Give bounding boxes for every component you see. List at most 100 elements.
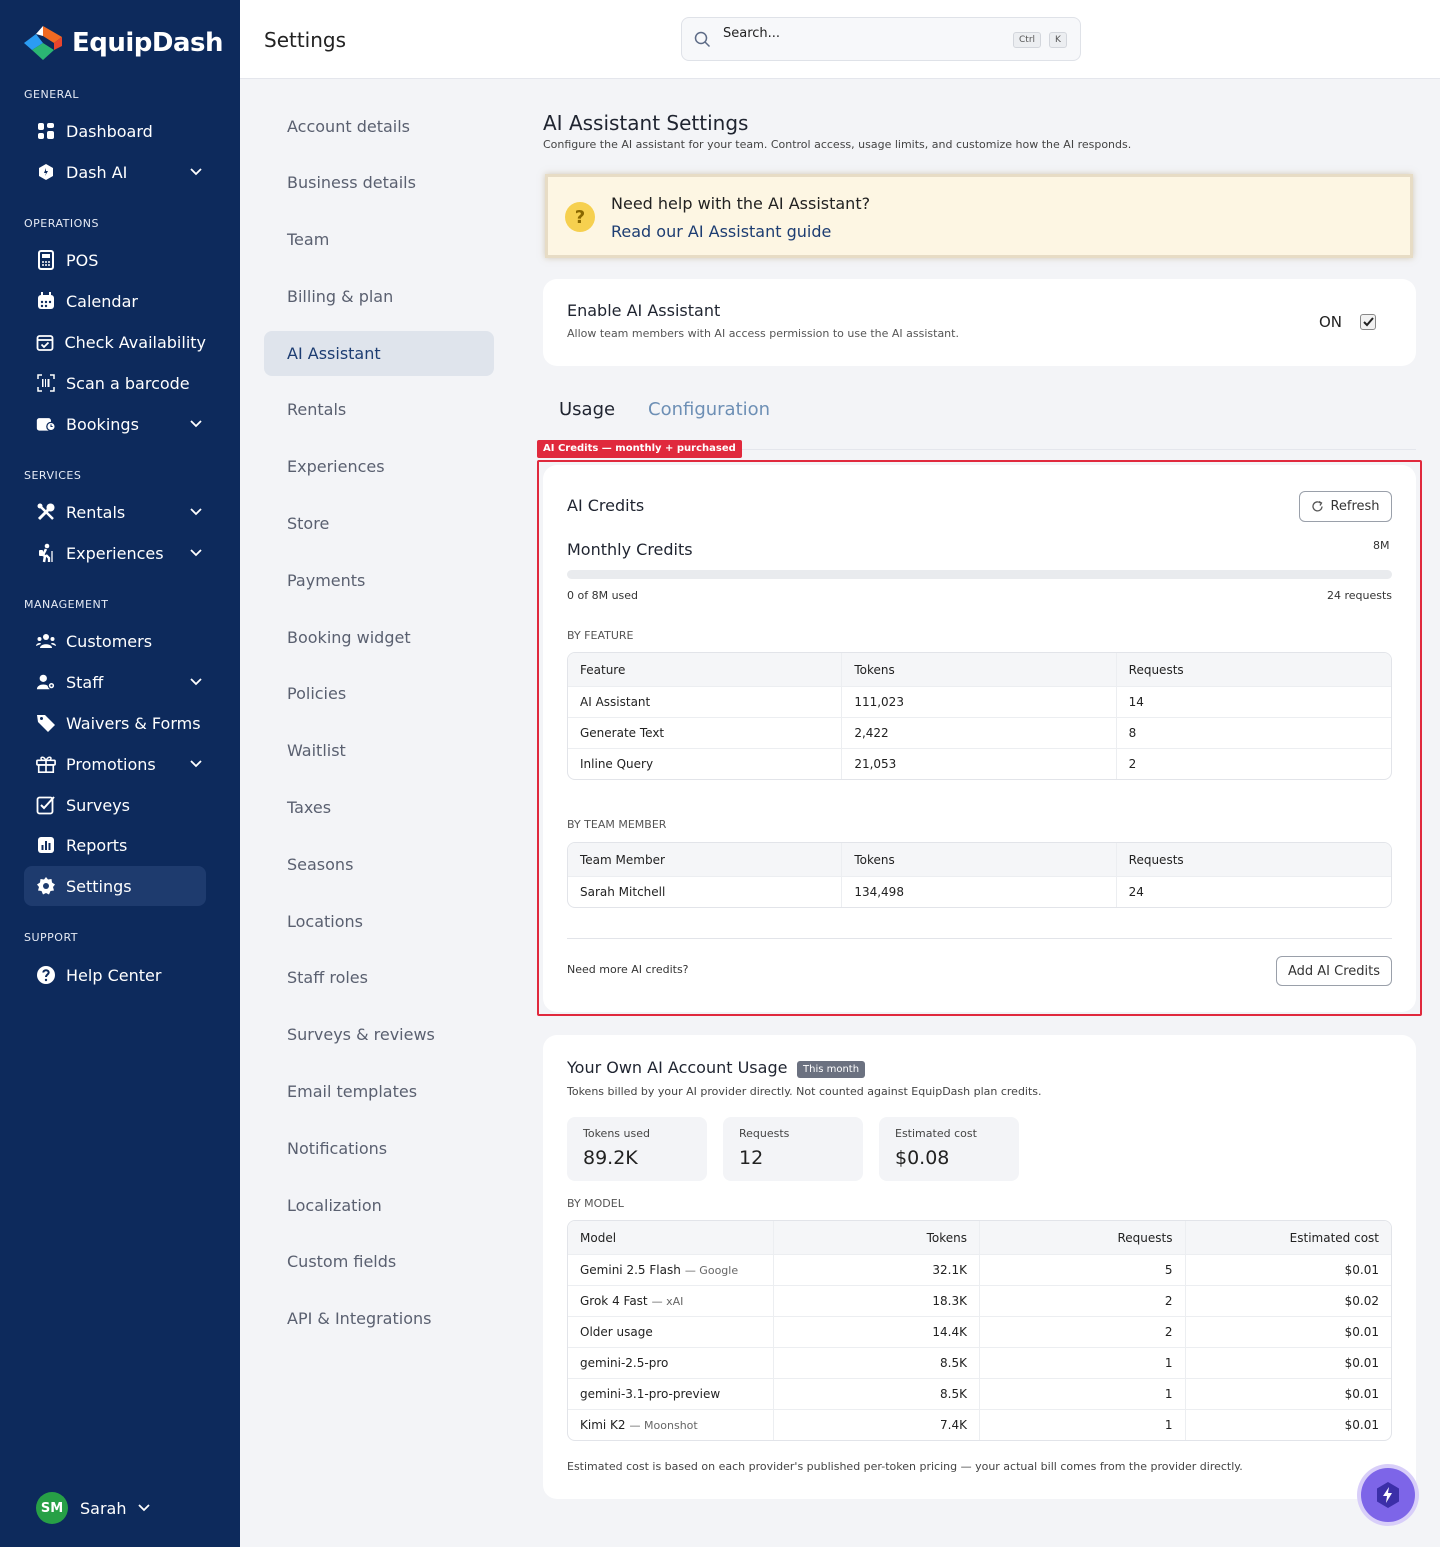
help-question: Need help with the AI Assistant? <box>611 194 871 213</box>
chevron-down-icon <box>190 549 202 557</box>
user-menu[interactable]: SM Sarah <box>36 1492 151 1524</box>
sidebar-item-label: Calendar <box>66 291 138 311</box>
sidebar-item-help-center[interactable]: Help Center <box>24 955 206 995</box>
user-name: Sarah <box>80 1498 127 1518</box>
sidebar-item-dashboard[interactable]: Dashboard <box>24 111 206 151</box>
ai-assistant-fab[interactable] <box>1361 1468 1415 1522</box>
model-cell: gemini-2.5-pro <box>568 1348 774 1378</box>
model-name: gemini-2.5-pro <box>580 1356 669 1370</box>
help-banner: ? Need help with the AI Assistant? Read … <box>545 174 1413 258</box>
sidebar-item-label: Promotions <box>66 754 156 774</box>
sidebar-item-label: Settings <box>66 876 132 896</box>
table-cell: 5 <box>980 1255 1186 1285</box>
section-subtitle: Configure the AI assistant for your team… <box>543 138 1132 151</box>
this-month-badge: This month <box>797 1061 866 1078</box>
settings-nav-billing-plan[interactable]: Billing & plan <box>264 274 494 319</box>
settings-nav-surveys-reviews[interactable]: Surveys & reviews <box>264 1012 494 1057</box>
sidebar-item-reports[interactable]: Reports <box>24 825 206 865</box>
search-input[interactable]: Search... Ctrl K <box>681 17 1081 61</box>
sidebar-item-experiences[interactable]: Experiences <box>24 533 206 573</box>
sidebar-item-settings[interactable]: Settings <box>24 866 206 906</box>
enable-ai-checkbox[interactable] <box>1360 314 1376 330</box>
user-gear-icon <box>36 672 56 692</box>
section-general: GENERAL <box>24 88 80 101</box>
table-cell: 14.4K <box>774 1317 980 1347</box>
sidebar-item-waivers-forms[interactable]: Waivers & Forms <box>24 703 206 743</box>
pos-terminal-icon <box>36 250 56 270</box>
sidebar-item-calendar[interactable]: Calendar <box>24 281 206 321</box>
model-cell: Older usage <box>568 1317 774 1347</box>
settings-nav-localization[interactable]: Localization <box>264 1183 494 1228</box>
by-model-label: BY MODEL <box>567 1197 624 1210</box>
checkbox-edit-icon <box>36 795 56 815</box>
table-row: gemini-3.1-pro-preview 8.5K 1 $0.01 <box>568 1378 1391 1409</box>
sidebar-item-surveys[interactable]: Surveys <box>24 785 206 825</box>
stat-value: 12 <box>739 1147 764 1169</box>
settings-nav-taxes[interactable]: Taxes <box>264 785 494 830</box>
sidebar-item-label: POS <box>66 250 99 270</box>
sidebar-item-pos[interactable]: POS <box>24 240 206 280</box>
sidebar-item-label: Experiences <box>66 543 164 563</box>
enable-ai-title: Enable AI Assistant <box>567 301 721 320</box>
sidebar-item-rentals[interactable]: Rentals <box>24 492 206 532</box>
settings-nav-account-details[interactable]: Account details <box>264 104 494 149</box>
table-header-row: Model Tokens Requests Estimated cost <box>568 1221 1391 1254</box>
question-mark-icon: ? <box>565 202 595 232</box>
settings-nav-booking-widget[interactable]: Booking widget <box>264 615 494 660</box>
table-cell: $0.01 <box>1344 1263 1379 1277</box>
settings-nav-business-details[interactable]: Business details <box>264 160 494 205</box>
stat-label: Estimated cost <box>895 1127 977 1140</box>
annotation-highlight-box <box>537 460 1422 1016</box>
settings-nav-email-templates[interactable]: Email templates <box>264 1069 494 1114</box>
tag-icon <box>36 713 56 733</box>
hiking-person-icon <box>36 543 56 563</box>
tab-configuration[interactable]: Configuration <box>648 399 770 420</box>
settings-nav-staff-roles[interactable]: Staff roles <box>264 955 494 1000</box>
chevron-down-icon <box>190 678 202 686</box>
column-header: Estimated cost <box>1289 1230 1379 1245</box>
settings-nav-experiences[interactable]: Experiences <box>264 444 494 489</box>
model-name: Older usage <box>580 1325 653 1339</box>
model-cell: gemini-3.1-pro-preview <box>568 1379 774 1409</box>
settings-nav-notifications[interactable]: Notifications <box>264 1126 494 1171</box>
section-operations: OPERATIONS <box>24 217 99 230</box>
sidebar-item-customers[interactable]: Customers <box>24 621 206 661</box>
help-guide-link[interactable]: Read our AI Assistant guide <box>611 222 831 241</box>
settings-nav-locations[interactable]: Locations <box>264 899 494 944</box>
settings-nav-waitlist[interactable]: Waitlist <box>264 728 494 773</box>
model-provider: — xAI <box>651 1294 684 1308</box>
settings-nav-policies[interactable]: Policies <box>264 671 494 716</box>
table-cell: 2 <box>980 1286 1186 1316</box>
tab-usage[interactable]: Usage <box>559 399 615 420</box>
sidebar-item-label: Waivers & Forms <box>66 713 201 733</box>
own-usage-description: Tokens billed by your AI provider direct… <box>567 1085 1042 1098</box>
settings-nav-store[interactable]: Store <box>264 501 494 546</box>
annotation-label: AI Credits — monthly + purchased <box>537 440 742 458</box>
dashboard-icon <box>36 121 56 141</box>
settings-nav-seasons[interactable]: Seasons <box>264 842 494 887</box>
sidebar-item-check-availability[interactable]: Check Availability <box>24 322 206 362</box>
own-usage-title: Your Own AI Account Usage <box>567 1058 788 1077</box>
settings-nav-team[interactable]: Team <box>264 217 494 262</box>
table-cell: $0.01 <box>1344 1418 1379 1432</box>
table-row: Grok 4 Fast — xAI 18.3K 2 $0.02 <box>568 1285 1391 1316</box>
sidebar-item-scan-barcode[interactable]: Scan a barcode <box>24 363 206 403</box>
sidebar-item-label: Dashboard <box>66 121 153 141</box>
sidebar-item-promotions[interactable]: Promotions <box>24 744 206 784</box>
settings-nav-custom-fields[interactable]: Custom fields <box>264 1239 494 1284</box>
model-name: Kimi K2 <box>580 1418 626 1432</box>
brand-logo[interactable]: EquipDash <box>24 26 224 60</box>
settings-nav-ai-assistant[interactable]: AI Assistant <box>264 331 494 376</box>
settings-nav-rentals[interactable]: Rentals <box>264 387 494 432</box>
settings-nav-payments[interactable]: Payments <box>264 558 494 603</box>
table-cell: 7.4K <box>774 1410 980 1440</box>
sidebar-item-label: Rentals <box>66 502 126 522</box>
sidebar-item-bookings[interactable]: Bookings <box>24 404 206 444</box>
top-header: Settings Search... Ctrl K <box>240 0 1440 79</box>
section-title: AI Assistant Settings <box>543 111 749 135</box>
enable-ai-description: Allow team members with AI access permis… <box>567 327 959 340</box>
sidebar-item-staff[interactable]: Staff <box>24 662 206 702</box>
settings-nav-api-integrations[interactable]: API & Integrations <box>264 1296 494 1341</box>
sidebar-item-dash-ai[interactable]: Dash AI <box>24 152 206 192</box>
model-name: Gemini 2.5 Flash <box>580 1263 681 1277</box>
